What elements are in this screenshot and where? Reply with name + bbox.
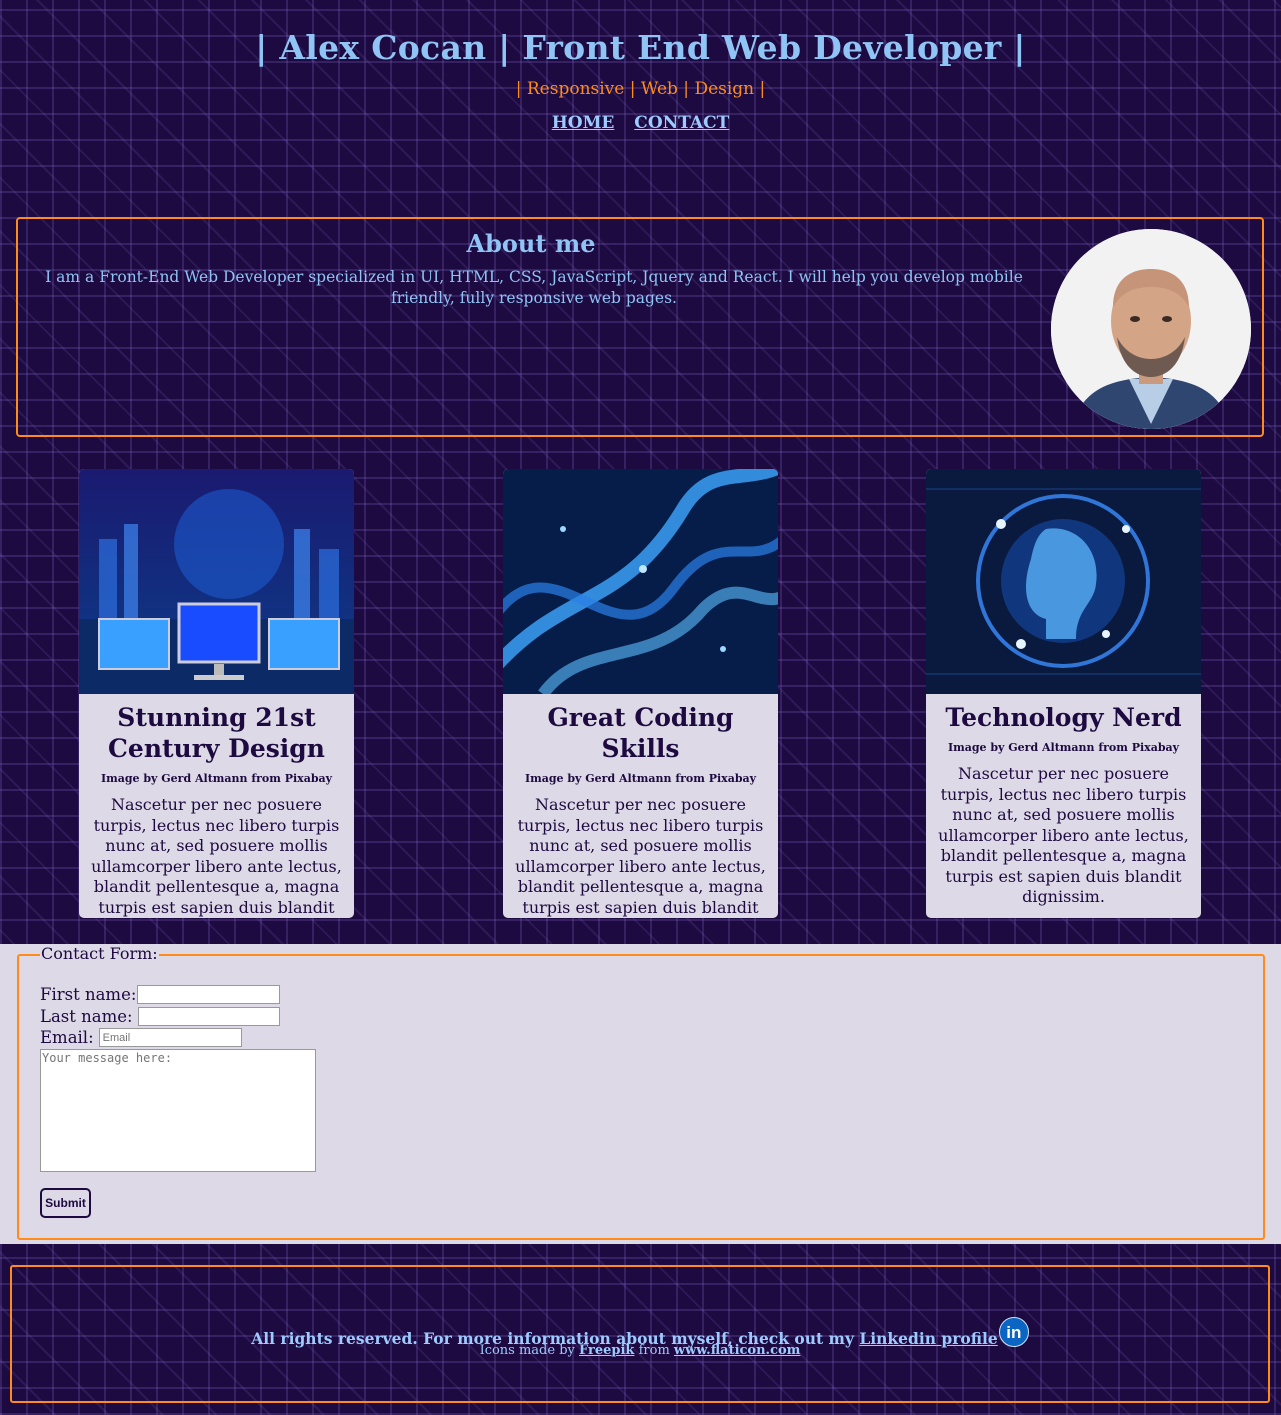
last-name-label: Last name: (40, 1007, 133, 1026)
site-footer: All rights reserved. For more informatio… (10, 1265, 1270, 1403)
card-image-city-computers (79, 469, 354, 694)
freepik-link[interactable]: Freepik (579, 1343, 634, 1358)
last-name-input[interactable] (137, 1007, 280, 1026)
about-title: About me (466, 229, 596, 258)
card-title: Technology Nerd (945, 703, 1182, 732)
site-title: | Alex Cocan | Front End Web Developer | (255, 28, 1026, 67)
card-coding: Great Coding Skills Image by Gerd Altman… (503, 469, 778, 918)
about-section: About me I am a Front-End Web Developer … (16, 217, 1264, 437)
message-textarea[interactable] (40, 1049, 316, 1172)
nav-home-link[interactable]: HOME (552, 113, 615, 133)
image-credit: Image by Gerd Altmann from Pixabay (100, 772, 333, 785)
icons-credit-from: from (634, 1343, 674, 1358)
icons-credit-text: Icons made by (479, 1343, 580, 1358)
main-nav: HOME CONTACT (0, 113, 1281, 133)
card-nerd: Technology Nerd Image by Gerd Altmann fr… (926, 469, 1201, 918)
profile-photo (1051, 229, 1251, 429)
card-title: Stunning 21st Century Design (108, 703, 325, 763)
site-header: | Alex Cocan | Front End Web Developer |… (0, 0, 1281, 210)
email-label: Email: (40, 1028, 94, 1047)
card-image-ai-head (926, 469, 1201, 694)
contact-section: Contact Form: First name: Last name: Ema… (0, 944, 1281, 1244)
card-text: Nascetur per nec posuere turpis, lectus … (91, 795, 342, 917)
email-input[interactable] (98, 1028, 242, 1047)
nav-contact-link[interactable]: CONTACT (634, 113, 729, 133)
contact-form-legend: Contact Form: (40, 944, 159, 963)
image-credit: Image by Gerd Altmann from Pixabay (524, 772, 757, 785)
first-name-label: First name: (40, 985, 137, 1004)
footer-credits: Icons made by Freepik from www.flaticon.… (12, 1343, 1268, 1358)
card-design: Stunning 21st Century Design Image by Ge… (79, 469, 354, 918)
submit-button[interactable]: Submit (40, 1188, 91, 1218)
about-text: I am a Front-End Web Developer specializ… (45, 268, 1023, 307)
card-text: Nascetur per nec posuere turpis, lectus … (938, 764, 1189, 906)
card-text: Nascetur per nec posuere turpis, lectus … (515, 795, 766, 917)
contact-form: Contact Form: First name: Last name: Ema… (17, 944, 1265, 1240)
image-credit: Image by Gerd Altmann from Pixabay (947, 741, 1180, 754)
first-name-input[interactable] (137, 985, 281, 1004)
card-title: Great Coding Skills (547, 703, 734, 763)
card-image-dna (503, 469, 778, 694)
flaticon-link[interactable]: www.flaticon.com (674, 1343, 801, 1358)
tagline: | Responsive | Web | Design | (515, 79, 766, 99)
